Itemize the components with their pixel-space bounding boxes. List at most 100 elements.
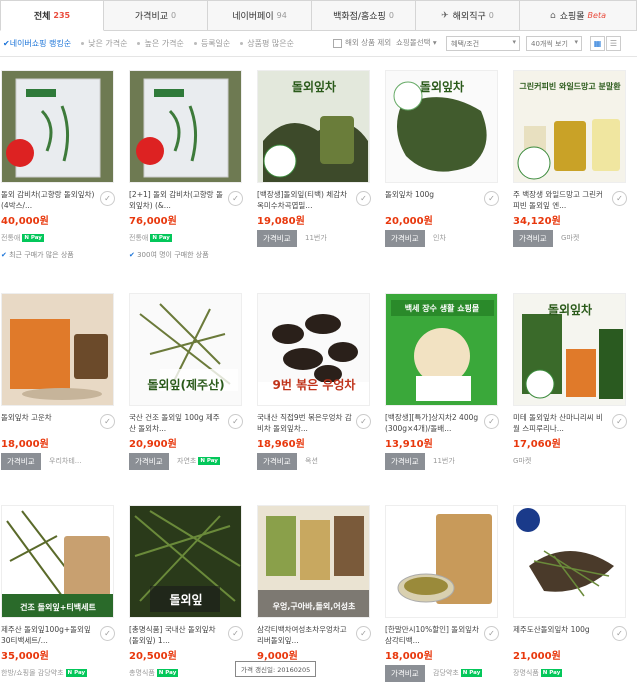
product-card[interactable]: 제주도산돌외잎차 100g ✓ 21,000원 장명식품 N Pay [513, 505, 633, 677]
mall-name[interactable]: 장명식품 N Pay [513, 668, 563, 678]
tab-department-store[interactable]: 백화점/홈쇼핑 0 [312, 0, 416, 31]
mall-name[interactable]: G마켓 [561, 233, 579, 243]
price-compare-button[interactable]: 가격비교 [257, 230, 297, 247]
mall-name[interactable]: 11번가 [305, 233, 327, 243]
product-image[interactable]: 돌외잎차 [257, 70, 370, 183]
price-compare-button[interactable]: 가격비교 [1, 453, 41, 470]
tab-price-compare[interactable]: 가격비교 0 [104, 0, 208, 31]
wishlist-check-icon[interactable]: ✓ [228, 414, 243, 429]
sort-newest[interactable]: 등록일순 [193, 38, 230, 49]
product-title[interactable]: 미테 돌외잎차 산마니리씨 비월 스피루리나... [513, 412, 609, 434]
product-card[interactable]: [한말만시10%할인] 돌외잎차 삼각티백... ✓ 18,000원 가격비교 감당약초… [385, 505, 505, 682]
product-title[interactable]: 돌외잎차 고운차 [1, 412, 97, 434]
wishlist-check-icon[interactable]: ✓ [612, 414, 627, 429]
mall-name[interactable]: 총명식품 N Pay [129, 668, 179, 678]
wishlist-check-icon[interactable]: ✓ [612, 191, 627, 206]
product-title[interactable]: 국내산 직접9번 볶은우엉차 감비차 돌외잎차... [257, 412, 353, 434]
mall-name[interactable]: 한방/쇼핑몰 감당약초 N Pay [1, 668, 88, 678]
product-image[interactable]: 백세 장수 생활 쇼핑몰 [385, 293, 498, 406]
product-title[interactable]: 제주산 돌외잎100g+돌외잎30티백세트/... [1, 624, 97, 646]
product-image[interactable] [1, 70, 114, 183]
product-card[interactable]: 돌외잎차 고운차 ✓ 18,000원 가격비교 우리차테... [1, 293, 121, 470]
price-compare-button[interactable]: 가격비교 [257, 453, 297, 470]
product-title[interactable]: 돌외잎차 100g [385, 189, 481, 211]
mall-name[interactable]: 우리차테... [49, 456, 81, 466]
product-card[interactable]: 우엉,구아바,돌외,어성초 삼각티백차여성초차우엉차고리버돌외잎... ✓ 9,000… [257, 505, 377, 676]
product-image[interactable]: 돌외잎 [129, 505, 242, 618]
product-card[interactable]: 9번 볶은 우엉차 국내산 직접9번 볶은우엉차 감비차 돌외잎차... ✓ 18,9… [257, 293, 377, 470]
product-image[interactable] [513, 505, 626, 618]
product-image[interactable]: 우엉,구아바,돌외,어성초 [257, 505, 370, 618]
wishlist-check-icon[interactable]: ✓ [228, 191, 243, 206]
product-title[interactable]: [한말만시10%할인] 돌외잎차 삼각티백... [385, 624, 481, 646]
product-image[interactable]: 그린커피빈 와일드망고 분말환 [513, 70, 626, 183]
product-title[interactable]: [백장생][특가]상지차2 400g (300g×4개)/돌배... [385, 412, 481, 434]
mall-name[interactable]: 자연초 N Pay [177, 456, 220, 466]
wishlist-check-icon[interactable]: ✓ [100, 414, 115, 429]
product-title[interactable]: [백장생]돌외잎(티백) 체감차 옥미수차곡엽밀... [257, 189, 353, 211]
price-compare-button[interactable]: 가격비교 [385, 230, 425, 247]
exclude-overseas-checkbox[interactable]: 해외 상품 제외 [333, 37, 391, 48]
product-image[interactable] [1, 293, 114, 406]
product-title[interactable]: 국산 건조 돌외잎 100g 제주산 돌외차... [129, 412, 225, 434]
tab-overseas[interactable]: ✈ 해외직구 0 [416, 0, 520, 31]
product-title[interactable]: [총명식품] 국내산 돌외잎차(돌외잎) 1... [129, 624, 225, 646]
product-card[interactable]: 그린커피빈 와일드망고 분말환주 백장생 와일드망고 그린커피빈 돌외잎 엔..… [513, 70, 633, 247]
product-card[interactable]: 돌외잎 [총명식품] 국내산 돌외잎차(돌외잎) 1... ✓ 20,500원 총명식품… [129, 505, 249, 677]
sort-low-price[interactable]: 낮은 가격순 [81, 38, 127, 49]
mall-name[interactable]: 전통애 N Pay [1, 233, 44, 243]
price-compare-button[interactable]: 가격비교 [385, 665, 425, 682]
product-card[interactable]: 돌외잎차 미테 돌외잎차 산마니리씨 비월 스피루리나... ✓ 17,060원 G마켓 [513, 293, 633, 465]
wishlist-check-icon[interactable]: ✓ [612, 626, 627, 641]
wishlist-check-icon[interactable]: ✓ [356, 626, 371, 641]
wishlist-check-icon[interactable]: ✓ [356, 414, 371, 429]
product-card[interactable]: 건조 돌외잎+티백세트 제주산 돌외잎100g+돌외잎30티백세트/... ✓ 35,… [1, 505, 121, 677]
product-image[interactable]: 9번 볶은 우엉차 [257, 293, 370, 406]
mall-name[interactable]: G마켓 [513, 456, 531, 466]
price-compare-button[interactable]: 가격비교 [513, 230, 553, 247]
tab-naver-pay[interactable]: 네이버페이 94 [208, 0, 312, 31]
mall-name[interactable]: 감당약초 N Pay [433, 668, 483, 678]
tab-shopping-mall[interactable]: ⌂ 쇼핑몰 Beta [520, 0, 637, 31]
mall-name[interactable]: 인차 [433, 233, 446, 243]
product-title[interactable]: 제주도산돌외잎차 100g [513, 624, 609, 646]
sort-ranking[interactable]: ✔네이버쇼핑 랭킹순 [3, 38, 71, 49]
product-card[interactable]: 돌외잎(제주산) 국산 건조 돌외잎 100g 제주산 돌외차... ✓ 20,900… [129, 293, 249, 470]
price-compare-button[interactable]: 가격비교 [385, 453, 425, 470]
product-image[interactable] [129, 70, 242, 183]
wishlist-check-icon[interactable]: ✓ [484, 626, 499, 641]
product-card[interactable]: 돌외잎차 돌외잎차 100g ✓ 20,000원 가격비교 인차 [385, 70, 505, 247]
wishlist-check-icon[interactable]: ✓ [100, 191, 115, 206]
tab-all[interactable]: 전체 235 [0, 0, 104, 31]
per-page-select[interactable]: 40개씩 보기 [526, 36, 582, 51]
product-image[interactable] [385, 505, 498, 618]
product-title[interactable]: 돌외 감비차(고향랑 돌외잎차) (4박스/... [1, 189, 97, 211]
mall-select[interactable]: 쇼핑몰선택 ▾ [396, 37, 437, 48]
list-view-icon[interactable]: ☰ [606, 36, 621, 51]
product-title[interactable]: 주 백장생 와일드망고 그린커피빈 돌외잎 엔... [513, 189, 609, 211]
wishlist-check-icon[interactable]: ✓ [228, 626, 243, 641]
wishlist-check-icon[interactable]: ✓ [100, 626, 115, 641]
product-card[interactable]: 돌외 감비차(고향랑 돌외잎차) (4박스/... ✓ 40,000원 전통애 N Pa… [1, 70, 121, 259]
sort-high-price[interactable]: 높은 가격순 [137, 38, 184, 49]
mall-name[interactable]: 옥션 [305, 456, 318, 466]
product-image[interactable]: 건조 돌외잎+티백세트 [1, 505, 114, 618]
mall-name[interactable]: 11번가 [433, 456, 455, 466]
price-compare-button[interactable]: 가격비교 [129, 453, 169, 470]
mall-name[interactable]: 전통애 N Pay [129, 233, 172, 243]
product-card[interactable]: 백세 장수 생활 쇼핑몰 [백장생][특가]상지차2 400g (300g×4개)… [385, 293, 505, 470]
product-image[interactable]: 돌외잎차 [385, 70, 498, 183]
sort-reviews[interactable]: 상품평 많은순 [240, 38, 294, 49]
grid-view-icon[interactable]: ▦ [590, 36, 605, 51]
benefit-select[interactable]: 혜택/조건 [446, 36, 520, 51]
product-image[interactable]: 돌외잎(제주산) [129, 293, 242, 406]
product-image[interactable]: 돌외잎차 [513, 293, 626, 406]
wishlist-check-icon[interactable]: ✓ [356, 191, 371, 206]
product-card[interactable]: [2+1] 돌외 감비차(고향랑 돌외잎차) (&... ✓ 76,000원 전통애 N… [129, 70, 249, 259]
product-title[interactable]: 삼각티백차여성초차우엉차고리버돌외잎... [257, 624, 353, 646]
wishlist-check-icon[interactable]: ✓ [484, 414, 499, 429]
product-title[interactable]: [2+1] 돌외 감비차(고향랑 돌외잎차) (&... [129, 189, 225, 211]
product-card[interactable]: 돌외잎차 [백장생]돌외잎(티백) 체감차 옥미수차곡엽밀... ✓ 19,080원 가… [257, 70, 377, 247]
wishlist-check-icon[interactable]: ✓ [484, 191, 499, 206]
svg-text:9번 볶은 우엉차: 9번 볶은 우엉차 [273, 377, 356, 392]
